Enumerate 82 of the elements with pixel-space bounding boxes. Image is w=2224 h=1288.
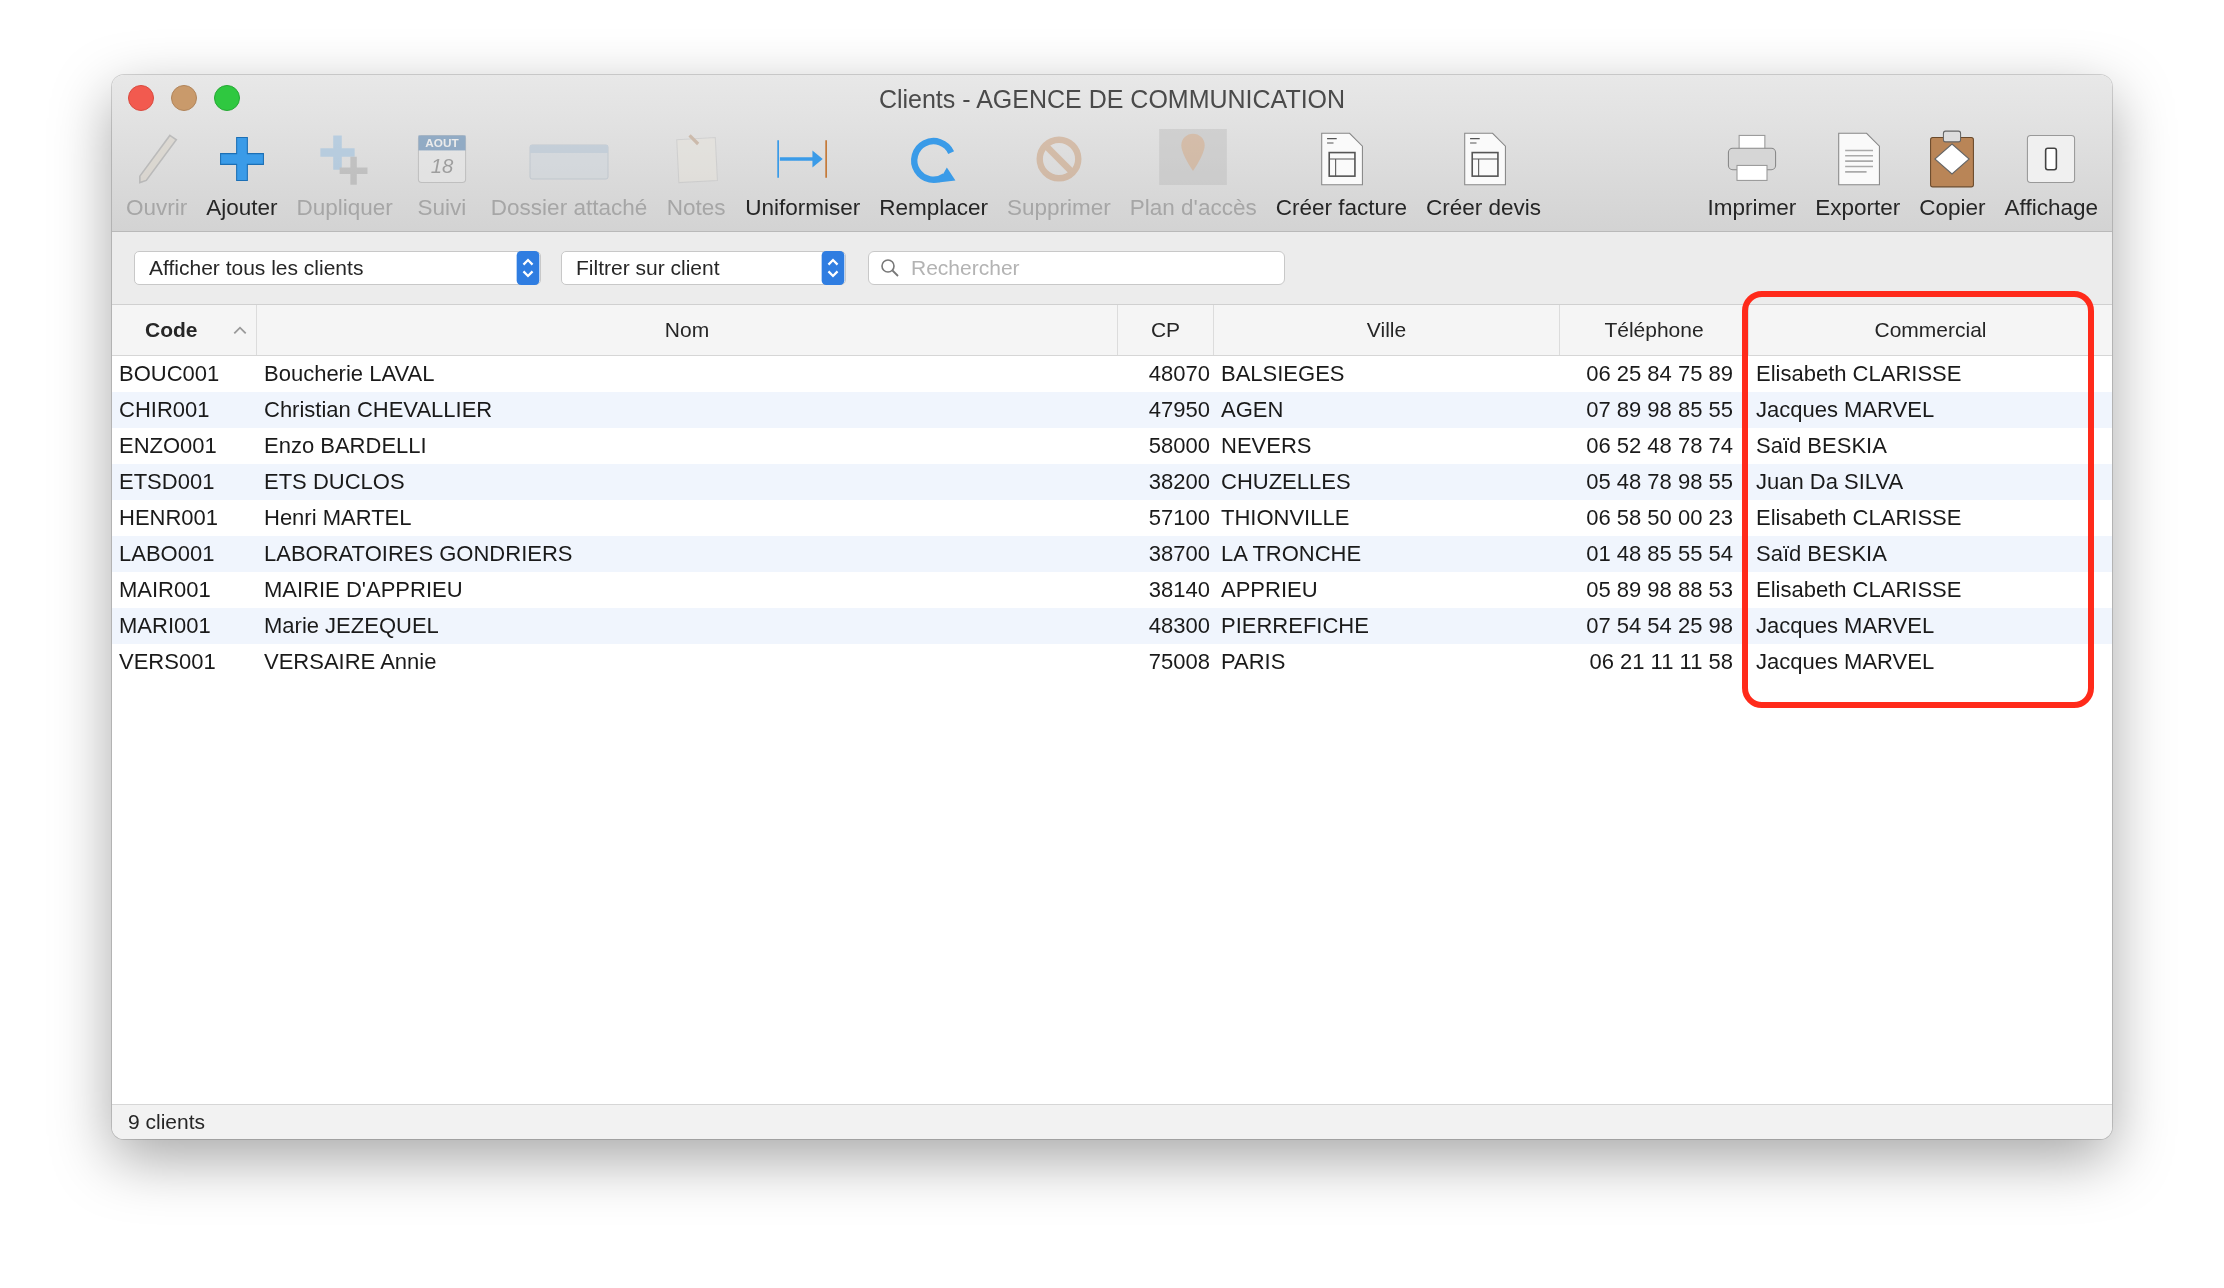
table-cell-text: 01 48 85 55 54 xyxy=(1585,540,1734,568)
table-cell-text: Elisabeth CLARISSE xyxy=(1755,360,1963,388)
table-cell-text: 38700 xyxy=(1147,540,1211,568)
table-cell-text: Enzo BARDELLI xyxy=(263,432,428,460)
table-cell-text: BALSIEGES xyxy=(1220,360,1346,388)
table-cell-text: Elisabeth CLARISSE xyxy=(1755,576,1963,604)
toolbar-button[interactable]: Imprimer xyxy=(1707,129,1797,231)
table-cell-text: NEVERS xyxy=(1220,432,1313,460)
table-cell-text: 38200 xyxy=(1147,468,1211,496)
table-cell-text: 57100 xyxy=(1147,504,1211,532)
table-cell-text: CHIR001 xyxy=(118,396,211,424)
toolbar-button[interactable]: Uniformiser xyxy=(745,129,861,231)
table-cell-text: 06 21 11 11 58 xyxy=(1588,648,1734,676)
toolbar-button[interactable]: Ajouter xyxy=(206,129,278,231)
search-icon xyxy=(880,258,900,278)
zoom-button[interactable] xyxy=(214,85,240,111)
client-filter-dropdown[interactable]: Filtrer sur client xyxy=(561,251,846,285)
table-cell-text: Juan Da SILVA xyxy=(1755,468,1905,496)
table-cell-text: 06 58 50 00 23 xyxy=(1585,504,1734,532)
minimize-button[interactable] xyxy=(171,85,197,111)
table-cell-text: Saïd BESKIA xyxy=(1755,540,1888,568)
toolbar-button[interactable]: Affichage xyxy=(2004,129,2098,231)
table-cell-text: 58000 xyxy=(1147,432,1211,460)
table-cell-text: PARIS xyxy=(1220,648,1287,676)
table-cell-text: BOUC001 xyxy=(118,360,221,388)
table-cell-text: 06 25 84 75 89 xyxy=(1585,360,1734,388)
stepper-icon xyxy=(820,251,846,285)
toolbar-button[interactable]: Remplacer xyxy=(879,129,988,231)
map-pin-icon xyxy=(1159,129,1228,185)
table-cell-text: VERS001 xyxy=(118,648,217,676)
toolbar-button[interactable]: Créer facture xyxy=(1275,129,1407,231)
column-header[interactable]: Code xyxy=(112,305,257,355)
column-header[interactable]: Nom xyxy=(257,305,1118,355)
table-cell-text: MARI001 xyxy=(118,612,212,640)
table-cell-text: ETS DUCLOS xyxy=(263,468,406,496)
record-count: 9 clients xyxy=(128,1110,206,1134)
table-cell-text: Elisabeth CLARISSE xyxy=(1755,504,1963,532)
toolbar-button[interactable]: Créer devis xyxy=(1426,129,1542,231)
table-cell-text: HENR001 xyxy=(118,504,220,532)
table-cell-text: 38140 xyxy=(1147,576,1211,604)
table-cell-text: 05 48 78 98 55 xyxy=(1585,468,1734,496)
table-cell-text: PIERREFICHE xyxy=(1220,612,1370,640)
window-title: Clients - AGENCE DE COMMUNICATION xyxy=(878,84,1346,114)
table-cell-text: 47950 xyxy=(1147,396,1211,424)
column-header[interactable]: Commercial xyxy=(1749,305,2112,355)
table-cell-text: MAIR001 xyxy=(118,576,212,604)
table-cell-text: Marie JEZEQUEL xyxy=(263,612,440,640)
table-cell-text: Jacques MARVEL xyxy=(1755,648,1936,676)
table-cell-text: 05 89 98 88 53 xyxy=(1585,576,1734,604)
table-cell-text: THIONVILLE xyxy=(1220,504,1351,532)
table-cell-text: 48070 xyxy=(1147,360,1211,388)
sort-ascending-icon xyxy=(232,324,248,336)
show-clients-dropdown[interactable]: Afficher tous les clients xyxy=(134,251,541,285)
table-cell-text: 07 54 54 25 98 xyxy=(1585,612,1734,640)
table-cell-text: CHUZELLES xyxy=(1220,468,1352,496)
table-cell-text: MAIRIE D'APPRIEU xyxy=(263,576,464,604)
table-cell-text: Saïd BESKIA xyxy=(1755,432,1888,460)
table-cell-text: LA TRONCHE xyxy=(1220,540,1363,568)
table-cell-text: Boucherie LAVAL xyxy=(263,360,436,388)
table-cell-text: Henri MARTEL xyxy=(263,504,413,532)
table-cell-text: ETSD001 xyxy=(118,468,216,496)
search-field[interactable]: Rechercher xyxy=(868,251,1285,285)
table-cell-text: LABORATOIRES GONDRIERS xyxy=(263,540,574,568)
table-cell-text: ENZO001 xyxy=(118,432,218,460)
table-cell-text: AGEN xyxy=(1220,396,1285,424)
column-header[interactable]: Ville xyxy=(1214,305,1560,355)
column-header[interactable]: Téléphone xyxy=(1560,305,1749,355)
table-cell-text: 75008 xyxy=(1147,648,1211,676)
column-header[interactable]: CP xyxy=(1118,305,1214,355)
table-cell-text: 48300 xyxy=(1147,612,1211,640)
table-cell-text: LABO001 xyxy=(118,540,216,568)
toolbar-button[interactable]: Copier xyxy=(1919,129,1986,231)
toolbar-button[interactable]: Exporter xyxy=(1815,129,1901,231)
close-button[interactable] xyxy=(128,85,154,111)
stepper-icon xyxy=(515,251,541,285)
table-cell-text: 06 52 48 78 74 xyxy=(1585,432,1734,460)
table-cell-text: Christian CHEVALLIER xyxy=(263,396,494,424)
table-cell-text: VERSAIRE Annie xyxy=(263,648,438,676)
table-cell-text: Jacques MARVEL xyxy=(1755,612,1936,640)
table-cell-text: APPRIEU xyxy=(1220,576,1319,604)
table-cell-text: Jacques MARVEL xyxy=(1755,396,1936,424)
table-cell-text: 07 89 98 85 55 xyxy=(1585,396,1734,424)
